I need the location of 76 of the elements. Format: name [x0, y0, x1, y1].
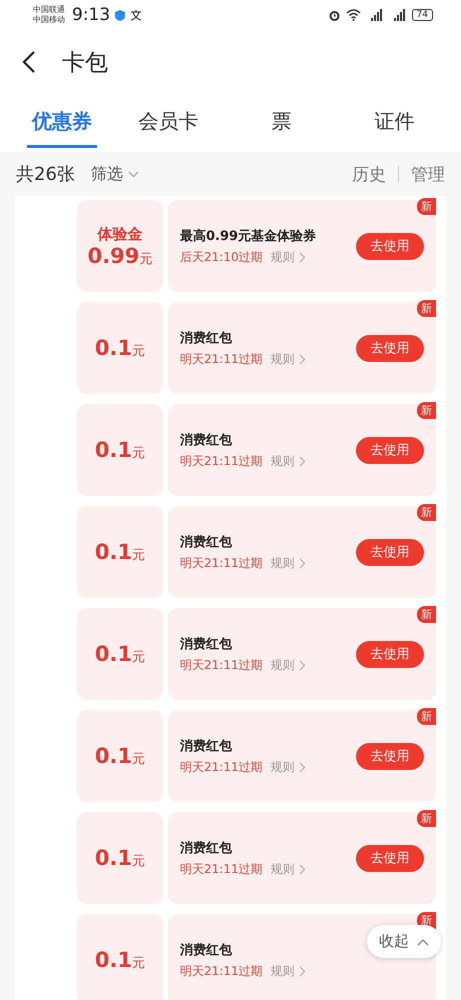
coupon-amount: 0.1元 [94, 846, 146, 870]
rules-link[interactable]: 规则 [270, 656, 306, 674]
chevron-right-icon [298, 456, 306, 466]
new-badge: 新 [417, 198, 436, 215]
use-button[interactable]: 去使用 [356, 232, 424, 260]
rules-link[interactable]: 规则 [270, 248, 306, 266]
filter-dropdown[interactable]: 筛选 [90, 164, 139, 184]
rules-link[interactable]: 规则 [270, 554, 306, 572]
coupon-title: 消费红包 [180, 942, 232, 958]
carrier-name: 中国联通 [33, 5, 65, 15]
new-badge: 新 [417, 402, 436, 419]
new-badge: 新 [417, 504, 436, 521]
coupon-title: 消费红包 [180, 636, 232, 652]
coupon-title: 最高0.99元基金体验券 [180, 228, 316, 244]
rules-link[interactable]: 规则 [270, 452, 306, 470]
coupon-amount: 0.1元 [94, 438, 146, 462]
rules-link[interactable]: 规则 [270, 860, 306, 878]
coupon-count: 共26张 [16, 163, 75, 186]
chevron-right-icon [298, 966, 306, 976]
coupon-title: 消费红包 [180, 840, 232, 856]
translate-icon [130, 10, 142, 20]
expiry-text: 明天21:11过期 [180, 758, 263, 776]
coupon-title: 消费红包 [180, 534, 232, 550]
history-link[interactable]: 历史 [352, 162, 386, 186]
rules-link[interactable]: 规则 [270, 350, 306, 368]
collapse-button[interactable]: 收起 [367, 925, 441, 958]
manage-link[interactable]: 管理 [411, 162, 445, 186]
expiry-text: 后天21:10过期 [180, 248, 263, 266]
use-button[interactable]: 去使用 [356, 640, 424, 668]
coupon-type: 体验金 [98, 224, 142, 244]
expiry-text: 明天21:11过期 [180, 656, 263, 674]
coupon-title: 消费红包 [180, 432, 232, 448]
alarm-icon [328, 8, 341, 22]
use-button[interactable]: 去使用 [356, 538, 424, 566]
use-button[interactable]: 去使用 [356, 844, 424, 872]
wifi-icon [346, 9, 361, 21]
coupon-title: 消费红包 [180, 738, 232, 754]
coupon-amount: 0.1元 [94, 336, 146, 360]
chevron-right-icon [298, 660, 306, 670]
coupon-amount: 0.99元 [88, 244, 152, 268]
expiry-text: 明天21:11过期 [180, 452, 263, 470]
tab[interactable]: 优惠券 [27, 98, 97, 148]
tab[interactable]: 证件 [338, 98, 451, 148]
rules-link[interactable]: 规则 [270, 758, 306, 776]
chevron-right-icon [298, 252, 306, 262]
page-title: 卡包 [62, 48, 108, 78]
new-badge: 新 [417, 300, 436, 317]
tab[interactable]: 会员卡 [112, 98, 225, 148]
back-icon[interactable] [22, 50, 36, 74]
tab[interactable]: 票 [225, 98, 338, 148]
coupon-amount: 0.1元 [94, 642, 146, 666]
shield-icon [115, 10, 126, 20]
chevron-right-icon [298, 354, 306, 364]
chevron-right-icon [298, 558, 306, 568]
use-button[interactable]: 去使用 [356, 742, 424, 770]
clock-time: 9:13 [72, 5, 110, 25]
coupon-amount: 0.1元 [94, 540, 146, 564]
chevron-right-icon [298, 762, 306, 772]
new-badge: 新 [417, 606, 436, 623]
expiry-text: 明天21:11过期 [180, 860, 263, 878]
coupon-amount: 0.1元 [94, 948, 146, 972]
rules-link[interactable]: 规则 [270, 962, 306, 980]
coupon-title: 消费红包 [180, 330, 232, 346]
battery-level: 74 [412, 9, 433, 21]
use-button[interactable]: 去使用 [356, 436, 424, 464]
new-badge: 新 [417, 708, 436, 725]
chevron-up-icon [417, 938, 429, 946]
expiry-text: 明天21:11过期 [180, 554, 263, 572]
chevron-down-icon [128, 170, 139, 178]
chevron-right-icon [298, 864, 306, 874]
new-badge: 新 [417, 810, 436, 827]
coupon-amount: 0.1元 [94, 744, 146, 768]
use-button[interactable]: 去使用 [356, 334, 424, 362]
expiry-text: 明天21:11过期 [180, 962, 263, 980]
carrier-name: 中国移动 [33, 15, 65, 25]
expiry-text: 明天21:11过期 [180, 350, 263, 368]
